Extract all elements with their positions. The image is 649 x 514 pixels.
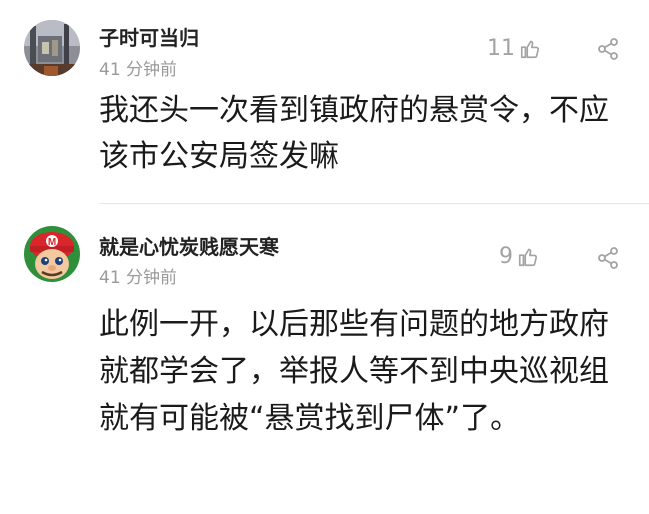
thumbs-up-icon xyxy=(520,40,540,58)
username[interactable]: 子时可当归 xyxy=(99,22,199,51)
avatar[interactable] xyxy=(24,20,80,76)
timestamp: 41 分钟前 xyxy=(99,60,178,80)
comment-text: 此例一开，以后那些有问题的地方政府就都学会了，举报人等不到中央巡视组就有可能被“… xyxy=(99,307,609,436)
timestamp: 41 分钟前 xyxy=(99,268,178,288)
comment-text: 我还头一次看到镇政府的悬赏令，不应该市公安局签发嘛 xyxy=(99,93,609,174)
cartoon-plumber-avatar-icon: M xyxy=(24,226,80,282)
avatar[interactable]: M xyxy=(24,226,80,282)
avatar-photo-icon xyxy=(24,20,80,76)
comment-item: M 就是心忧炭贱愿天寒 41 分钟前 9 此例一开，以后那些有问题的地方政府就都… xyxy=(0,206,649,514)
share-button[interactable] xyxy=(596,246,620,270)
like-button[interactable]: 9 xyxy=(499,244,539,269)
like-count: 9 xyxy=(499,244,513,269)
comment-item: 子时可当归 41 分钟前 11 我还头一次看到镇政府的悬赏令，不应该市公安局签发… xyxy=(0,0,649,205)
username[interactable]: 就是心忧炭贱愿天寒 xyxy=(99,231,279,260)
share-button[interactable] xyxy=(596,37,620,61)
like-button[interactable]: 11 xyxy=(487,36,541,61)
like-count: 11 xyxy=(487,36,515,61)
divider xyxy=(99,203,649,204)
thumbs-up-icon xyxy=(518,248,538,266)
svg-text:M: M xyxy=(48,237,56,248)
share-icon xyxy=(598,38,618,60)
share-icon xyxy=(598,247,618,269)
